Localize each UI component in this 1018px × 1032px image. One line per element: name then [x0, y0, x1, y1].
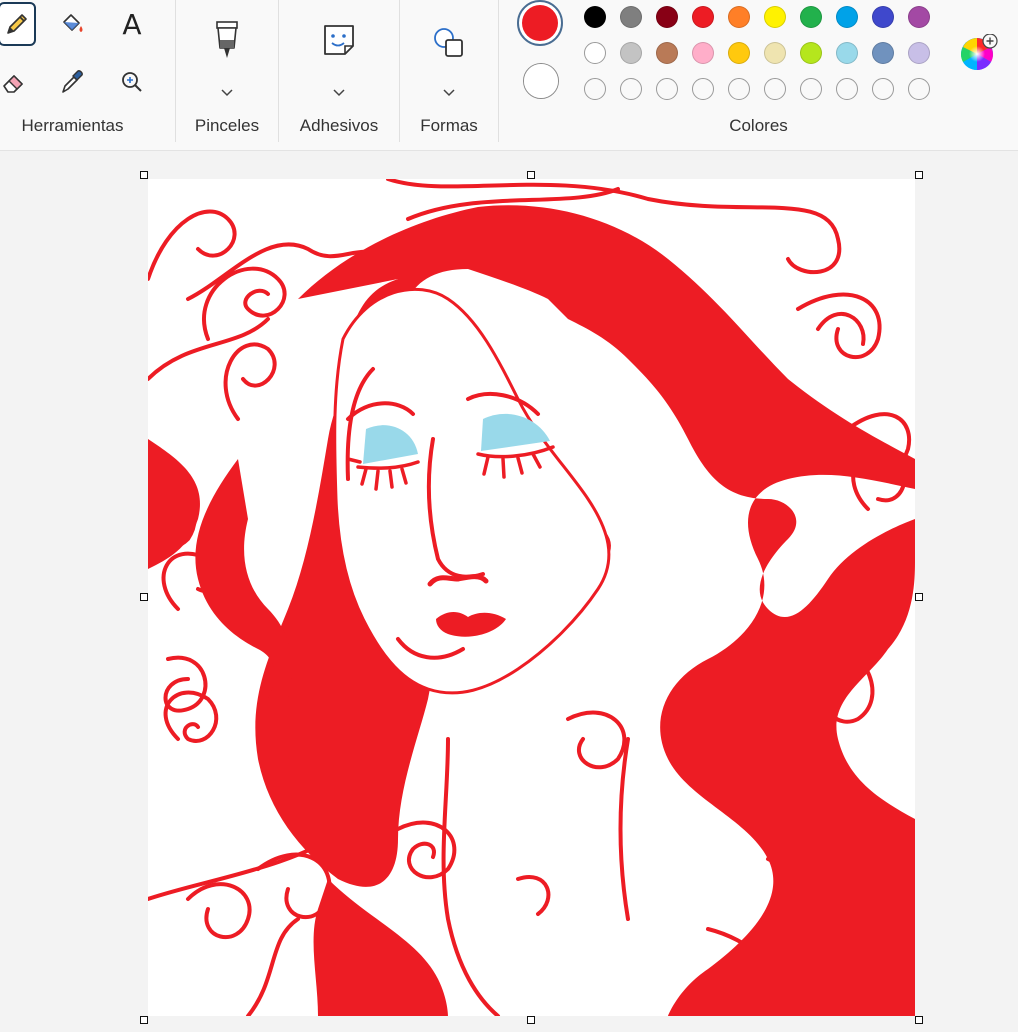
primary-color-fill [522, 5, 558, 41]
stickers-group-label: Adhesivos [299, 116, 379, 135]
shapes-dropdown-button[interactable] [419, 18, 479, 98]
sticker-icon [324, 25, 354, 55]
palette-color-swatch[interactable] [764, 42, 786, 64]
color-wheel-icon [961, 33, 998, 71]
palette-color-swatch[interactable] [620, 6, 642, 28]
brushes-group: Pinceles [176, 0, 278, 150]
palette-color-swatch[interactable] [584, 42, 606, 64]
woman-portrait-drawing [148, 179, 915, 1016]
palette-color-swatch[interactable] [908, 42, 930, 64]
pencil-icon [7, 14, 27, 34]
tools-group-label: Herramientas [21, 116, 124, 135]
palette-color-swatch[interactable] [728, 42, 750, 64]
resize-handle-left[interactable] [140, 593, 148, 601]
empty-custom-color-slot[interactable] [620, 78, 642, 100]
palette-color-swatch[interactable] [872, 42, 894, 64]
empty-custom-color-slot[interactable] [800, 78, 822, 100]
empty-custom-color-slot[interactable] [764, 78, 786, 100]
resize-handle-bottom-left[interactable] [140, 1016, 148, 1024]
palette-color-swatch[interactable] [620, 42, 642, 64]
palette-color-swatch[interactable] [764, 6, 786, 28]
palette-color-swatch[interactable] [908, 6, 930, 28]
color-picker-icon [62, 70, 83, 93]
palette-color-swatch[interactable] [584, 6, 606, 28]
secondary-color-fill [524, 64, 558, 98]
magnifier-tool-button[interactable] [114, 64, 150, 100]
empty-custom-color-slot[interactable] [908, 78, 930, 100]
palette-color-swatch[interactable] [872, 6, 894, 28]
stickers-group: Adhesivos [279, 0, 399, 150]
tools-group: A Herramientas [0, 0, 175, 150]
resize-handle-top[interactable] [527, 171, 535, 179]
drawing-canvas[interactable] [148, 179, 915, 1016]
palette-color-swatch[interactable] [800, 42, 822, 64]
chevron-down-icon [419, 84, 479, 102]
text-icon: A [122, 7, 142, 41]
color-picker-tool-button[interactable] [54, 64, 90, 100]
resize-handle-top-right[interactable] [915, 171, 923, 179]
resize-handle-top-left[interactable] [140, 171, 148, 179]
edit-colors-button[interactable] [959, 33, 999, 74]
palette-color-swatch[interactable] [836, 42, 858, 64]
colors-group-label: Colores [729, 116, 788, 135]
palette-color-swatch[interactable] [656, 6, 678, 28]
pencil-tool-button[interactable] [0, 2, 36, 46]
empty-custom-color-slot[interactable] [872, 78, 894, 100]
primary-color-swatch[interactable] [517, 0, 563, 46]
secondary-color-swatch[interactable] [523, 63, 559, 99]
text-tool-button[interactable]: A [114, 6, 150, 42]
ribbon-toolbar: A Herramientas Pinceles Adhesivos Formas… [0, 0, 1018, 151]
shapes-icon [434, 28, 463, 57]
palette-color-swatch[interactable] [692, 42, 714, 64]
palette-color-swatch[interactable] [656, 42, 678, 64]
resize-handle-bottom-right[interactable] [915, 1016, 923, 1024]
brushes-dropdown-button[interactable] [197, 18, 257, 98]
brushes-group-label: Pinceles [194, 116, 260, 135]
palette-color-swatch[interactable] [836, 6, 858, 28]
chevron-down-icon [197, 84, 257, 102]
fill-tool-button[interactable] [54, 6, 90, 42]
paintbrush-icon [216, 21, 238, 58]
empty-custom-color-slot[interactable] [836, 78, 858, 100]
palette-color-swatch[interactable] [800, 6, 822, 28]
resize-handle-bottom[interactable] [527, 1016, 535, 1024]
empty-custom-color-slot[interactable] [728, 78, 750, 100]
colors-group: Colores [499, 0, 1018, 150]
palette-color-swatch[interactable] [728, 6, 750, 28]
fill-bucket-icon [63, 14, 83, 32]
eraser-tool-button[interactable] [0, 64, 32, 100]
empty-custom-color-slot[interactable] [692, 78, 714, 100]
shapes-group: Formas [400, 0, 498, 150]
empty-custom-color-slot[interactable] [656, 78, 678, 100]
resize-handle-right[interactable] [915, 593, 923, 601]
chevron-down-icon [309, 84, 369, 102]
stickers-dropdown-button[interactable] [309, 18, 369, 98]
palette-color-swatch[interactable] [692, 6, 714, 28]
shapes-group-label: Formas [420, 116, 478, 135]
eraser-icon [3, 75, 23, 93]
magnifier-icon [122, 72, 142, 92]
empty-custom-color-slot[interactable] [584, 78, 606, 100]
